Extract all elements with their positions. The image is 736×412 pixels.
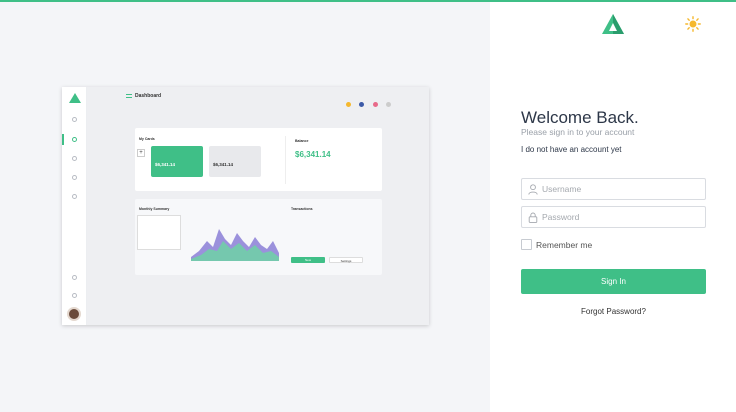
- sun-icon[interactable]: [685, 16, 701, 32]
- dashboard-preview-image: Dashboard My Cards + $6,341.14 $6,341.14: [62, 87, 429, 325]
- preview-nav-icon: [72, 156, 77, 161]
- preview-add-card-icon: +: [137, 149, 145, 157]
- preview-monthly-summary-label: Monthly Summary: [139, 207, 170, 211]
- preview-new-button: New: [291, 257, 325, 263]
- preview-settings-button: Settings: [329, 257, 363, 263]
- preview-active-indicator: [62, 134, 64, 145]
- preview-balance-value: $6,341.14: [295, 150, 331, 159]
- preview-cards-panel: My Cards + $6,341.14 $6,341.14 Balance $…: [135, 128, 382, 191]
- preview-menu-icon: [126, 94, 132, 98]
- user-icon: [528, 184, 538, 195]
- preview-summary-panel: Monthly Summary Transactions New Setting…: [135, 199, 382, 275]
- preview-green-card: $6,341.14: [151, 146, 203, 177]
- preview-panel: Dashboard My Cards + $6,341.14 $6,341.14: [0, 2, 490, 412]
- preview-card-value: $6,341.14: [213, 162, 234, 167]
- welcome-heading: Welcome Back.: [521, 108, 639, 127]
- preview-expand-icon: [386, 102, 391, 107]
- sign-in-button[interactable]: Sign In: [521, 269, 706, 294]
- preview-nav-icon: [72, 175, 77, 180]
- preview-header-icons: [342, 94, 391, 112]
- remember-me-checkbox[interactable]: [521, 239, 532, 250]
- password-input[interactable]: [542, 210, 700, 224]
- preview-area-chart: [191, 229, 279, 261]
- preview-my-cards-label: My Cards: [139, 137, 155, 141]
- preview-nav-icon: [72, 117, 77, 122]
- preview-search-icon: [72, 275, 77, 280]
- preview-header: Dashboard: [87, 87, 429, 109]
- preview-nav-icon: [72, 137, 77, 142]
- preview-logo-icon: [69, 93, 81, 103]
- username-input[interactable]: [542, 182, 700, 196]
- preview-gear-icon: [72, 293, 77, 298]
- signin-subtitle: Please sign in to your account: [521, 127, 635, 137]
- preview-divider: [285, 136, 286, 184]
- brand-logo-icon: [602, 14, 624, 34]
- password-field[interactable]: [521, 206, 706, 228]
- remember-me-label[interactable]: Remember me: [536, 240, 592, 250]
- preview-summary-box: [137, 215, 181, 250]
- lock-icon: [528, 212, 538, 223]
- create-account-link[interactable]: I do not have an account yet: [521, 145, 622, 154]
- login-panel: Welcome Back. Please sign in to your acc…: [490, 2, 736, 412]
- preview-avatar: [67, 307, 81, 321]
- preview-card-value: $6,341.14: [155, 162, 176, 167]
- username-field[interactable]: [521, 178, 706, 200]
- preview-flag-icon: [359, 102, 365, 107]
- preview-title: Dashboard: [135, 93, 162, 99]
- forgot-password-link[interactable]: Forgot Password?: [521, 307, 706, 316]
- preview-transactions-label: Transactions: [291, 207, 313, 211]
- preview-sidebar: [62, 87, 87, 325]
- preview-main: Dashboard My Cards + $6,341.14 $6,341.14: [87, 87, 429, 325]
- preview-balance-label: Balance: [295, 139, 309, 143]
- preview-nav-icon: [72, 194, 77, 199]
- preview-bell-icon: [372, 102, 378, 107]
- preview-grey-card: $6,341.14: [209, 146, 261, 177]
- preview-sun-icon: [345, 102, 351, 107]
